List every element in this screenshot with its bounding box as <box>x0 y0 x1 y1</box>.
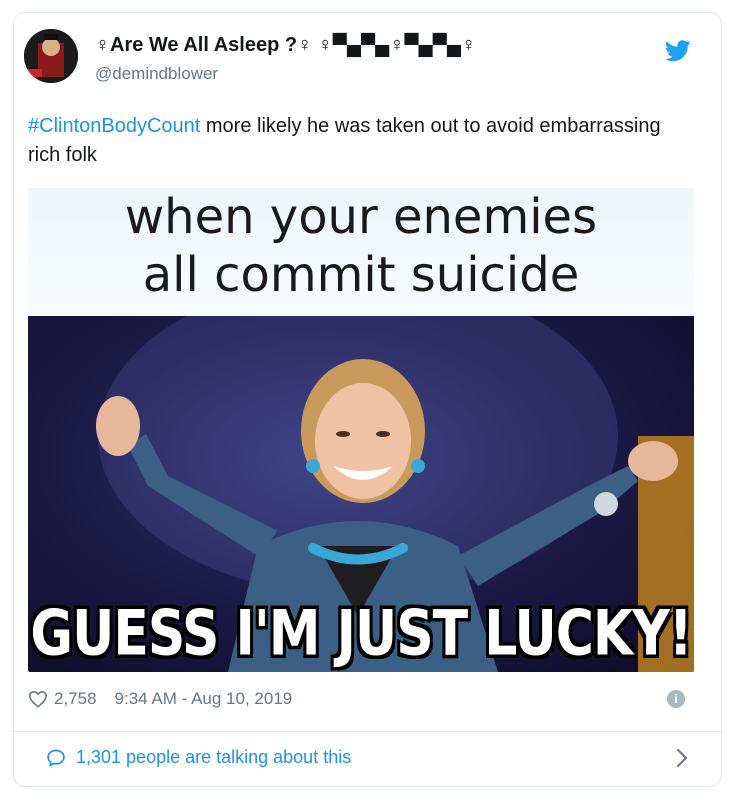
meme-photo: GUESS I'M JUST LUCKY! <box>28 316 694 672</box>
talking-count-label[interactable]: 1,301 people are talking about this <box>76 747 351 768</box>
tweet-media[interactable]: when your enemies all commit suicide GUE… <box>28 188 694 672</box>
chevron-right-icon[interactable] <box>676 748 688 768</box>
user-handle[interactable]: @demindblower <box>95 64 218 84</box>
info-icon[interactable]: i <box>667 690 685 708</box>
heart-icon[interactable] <box>28 690 48 708</box>
footer-divider <box>13 731 722 732</box>
avatar-image <box>24 29 78 83</box>
conversation-link[interactable]: 1,301 people are talking about this <box>46 747 351 768</box>
display-name[interactable]: ♀Are We All Asleep ?♀ ♀▀▄▀▄♀▀▄▀▄♀ <box>95 34 476 57</box>
meme-bottom-caption: GUESS I'M JUST LUCKY! <box>30 598 692 670</box>
meme-top-caption: when your enemies all commit suicide <box>28 188 694 316</box>
like-count[interactable]: 2,758 <box>54 689 97 709</box>
meme-caption-line1: when your enemies <box>124 189 598 245</box>
avatar[interactable] <box>24 29 78 83</box>
hashtag-link[interactable]: #ClintonBodyCount <box>28 115 200 137</box>
twitter-bird-icon[interactable] <box>665 40 691 62</box>
tweet-text: #ClintonBodyCount more likely he was tak… <box>28 112 688 170</box>
speech-bubble-icon <box>47 749 65 766</box>
meme-caption-line2: all commit suicide <box>142 247 580 303</box>
tweet-timestamp[interactable]: 9:34 AM - Aug 10, 2019 <box>115 689 293 709</box>
tweet-meta: 2,758 9:34 AM - Aug 10, 2019 <box>28 689 292 709</box>
